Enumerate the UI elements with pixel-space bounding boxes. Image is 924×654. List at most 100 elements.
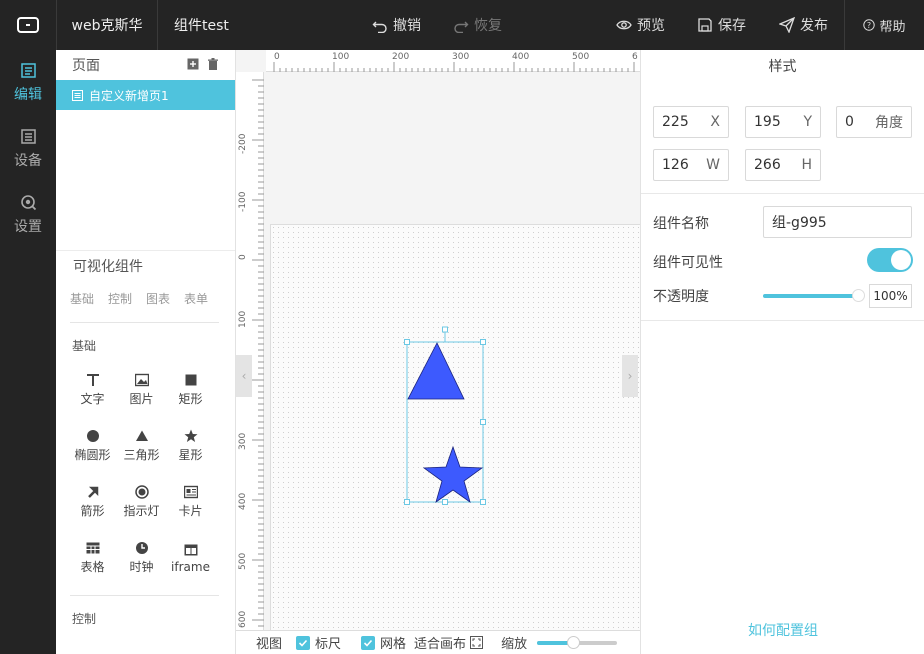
resize-handle[interactable] [404,499,410,505]
triangle-icon [135,430,148,441]
pages-title: 页面 [72,58,100,74]
tab-basic[interactable]: 基础 [70,290,94,312]
component-tabs: 基础 控制 图表 表单 [56,280,235,312]
y-input[interactable]: 195 Y [745,106,821,138]
component-iframe[interactable]: iframe [166,535,215,581]
ruler-top-label: 300 [452,52,470,62]
control-components-grid [56,638,235,654]
preview-label: 预览 [637,18,665,34]
ruler-checkbox[interactable] [296,635,311,650]
component-image[interactable]: 图片 [117,367,166,413]
nav-edit[interactable]: 编辑 [0,50,56,116]
angle-input[interactable]: 0 角度 [836,106,912,138]
y-value: 195 [754,114,781,130]
text-icon [86,374,99,386]
zoom-slider-fill [537,640,572,645]
save-button[interactable]: 保存 [697,0,746,50]
component-text[interactable]: 文字 [68,367,117,413]
iframe-icon [184,544,197,555]
star-icon [184,429,197,442]
nav-device[interactable]: 设备 [0,116,56,182]
how-to-configure-link[interactable]: 如何配置组 [641,620,924,640]
preview-button[interactable]: 预览 [616,0,665,50]
page-canvas[interactable] [270,224,640,630]
help-button[interactable]: ? 帮助 [844,0,924,50]
ruler-left-label: 400 [238,492,248,510]
resize-handle[interactable] [480,499,486,505]
ruler-left-label: -100 [238,191,248,212]
resize-handle[interactable] [404,339,410,345]
delete-page-icon[interactable] [207,58,219,70]
tab-control[interactable]: 控制 [108,290,132,312]
component-clock[interactable]: 时钟 [117,535,166,581]
pages-header: 页面 [56,50,235,80]
publish-button[interactable]: 发布 [779,0,828,50]
component-rect[interactable]: 矩形 [166,367,215,413]
pages-panel: 页面 自定义新增页1 [56,50,236,250]
ruler-left-label: 100 [238,310,248,328]
logo-icon [17,17,39,33]
ruler-top-label: 100 [332,52,350,62]
style-panel-title: 样式 [768,59,797,75]
circle-icon [86,430,99,442]
page-item[interactable]: 自定义新增页1 [56,80,235,110]
zoom-slider[interactable] [537,635,618,649]
component-ellipse[interactable]: 椭圆形 [68,423,117,469]
tab-chart[interactable]: 图表 [146,290,170,312]
resize-handle[interactable] [442,499,448,505]
triangle-shape[interactable] [407,342,465,400]
canvas-scroll-left[interactable]: ‹ [236,355,252,397]
rotate-handle[interactable] [442,326,448,333]
grid-toggle-label: 网格 [380,637,407,652]
project-name[interactable]: web克斯华 [56,0,158,50]
height-input[interactable]: 266 H [745,149,821,181]
add-page-icon[interactable] [187,58,199,70]
component-indicator[interactable]: 指示灯 [117,479,166,525]
ruler-left-label: 0 [238,254,248,260]
app-logo[interactable] [0,0,56,50]
section-control-title: 控制 [72,612,97,626]
w-value: 126 [662,157,689,173]
indicator-icon [134,485,149,499]
component-triangle[interactable]: 三角形 [117,423,166,469]
fullscreen-icon[interactable] [470,636,484,649]
tab-form[interactable]: 表单 [184,290,208,312]
opacity-slider[interactable] [763,289,865,302]
undo-button[interactable]: 撤销 [372,0,421,50]
resize-handle[interactable] [480,419,486,425]
nav-edit-label: 编辑 [14,87,42,103]
component-name-input[interactable]: 组-g995 [763,206,912,238]
grid-checkbox[interactable] [361,635,376,650]
star-shape[interactable] [422,445,484,503]
component-label: 图片 [129,392,154,406]
style-panel: 样式 225 X 195 Y 0 角度 126 W 266 H 组件名称 组-g995 组… [640,50,924,654]
canvas-area: 0 100 200 300 400 500 6 -200 -100 0 100 … [236,50,640,630]
fit-canvas-button[interactable]: 适合画布 [414,633,466,652]
component-control[interactable] [68,638,117,654]
x-suffix: X [710,114,720,130]
component-arrow[interactable]: 箭形 [68,479,117,525]
x-input[interactable]: 225 X [653,106,729,138]
toggle-knob [891,250,911,270]
component-card[interactable]: 卡片 [166,479,215,525]
component-control[interactable] [117,638,166,654]
zoom-slider-handle[interactable] [567,635,581,649]
resize-handle[interactable] [480,339,486,345]
left-nav: 编辑 设备 设置 [0,50,56,654]
opacity-input[interactable]: 100% [869,284,912,308]
ruler-top-label: 400 [512,52,530,62]
visibility-label: 组件可见性 [653,255,723,271]
redo-button[interactable]: 恢复 [453,0,502,50]
width-input[interactable]: 126 W [653,149,729,181]
component-star[interactable]: 星形 [166,423,215,469]
visibility-toggle[interactable] [867,248,913,272]
rectangle-icon [185,374,196,386]
canvas-scroll-right[interactable]: › [622,355,638,397]
opacity-slider-handle[interactable] [852,289,865,302]
y-suffix: Y [803,114,812,130]
component-control[interactable] [166,638,215,654]
component-table[interactable]: 表格 [68,535,117,581]
chevron-left-icon: ‹ [241,369,247,383]
nav-settings[interactable]: 设置 [0,182,56,248]
ruler-top-label: 6 [632,52,638,62]
